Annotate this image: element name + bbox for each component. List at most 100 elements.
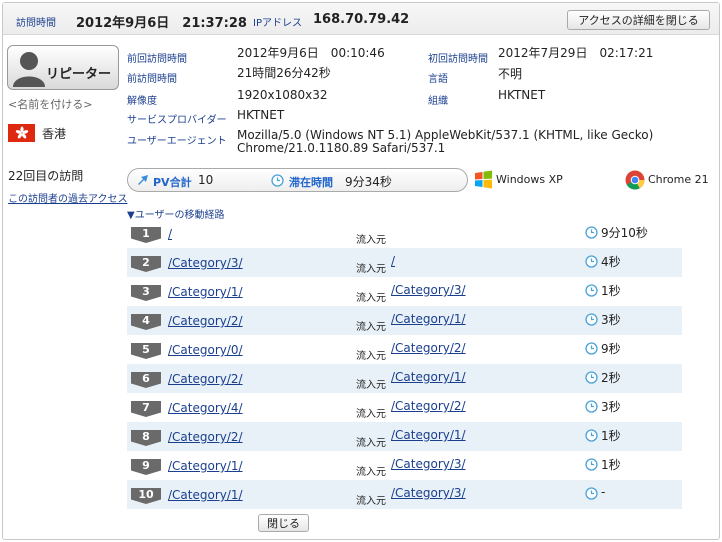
route-row: 8 /Category/2/ 流入元 /Category/1/ 1秒	[127, 422, 682, 451]
page-link[interactable]: /Category/1/	[168, 285, 243, 299]
stay-time-value: 9分34秒	[345, 175, 392, 189]
user-silhouette-icon	[13, 52, 45, 87]
step-number-badge: 5	[131, 343, 161, 359]
route-row: 7 /Category/4/ 流入元 /Category/2/ 3秒	[127, 393, 682, 422]
org-label: 組織	[428, 96, 448, 107]
referrer-link[interactable]: /Category/1/	[391, 428, 466, 442]
language-value: 不明	[498, 67, 523, 81]
stay-time-label: 滞在時間	[289, 176, 333, 189]
referrer-link[interactable]: /	[391, 254, 395, 268]
page-link[interactable]: /	[168, 227, 172, 241]
step-number-badge: 7	[131, 401, 161, 417]
duration-value: 1秒	[601, 429, 621, 443]
step-number-badge: 1	[131, 227, 161, 243]
clock-icon	[585, 255, 598, 268]
clock-icon	[271, 174, 284, 187]
route-row: 5 /Category/0/ 流入元 /Category/2/ 9秒	[127, 335, 682, 364]
visit-time-label: 訪問時間	[16, 18, 56, 29]
clock-icon	[585, 284, 598, 297]
referrer-label: 流入元	[356, 235, 386, 246]
page-link[interactable]: /Category/1/	[168, 488, 243, 502]
step-number-badge: 4	[131, 314, 161, 330]
duration-value: 9分10秒	[601, 226, 648, 240]
referrer-link[interactable]: /Category/3/	[391, 283, 466, 297]
referrer-link[interactable]: /Category/1/	[391, 312, 466, 326]
step-number-badge: 8	[131, 430, 161, 446]
page-link[interactable]: /Category/2/	[168, 314, 243, 328]
chrome-logo-icon	[625, 170, 645, 190]
clock-icon	[585, 313, 598, 326]
referrer-label: 流入元	[356, 351, 386, 362]
close-button[interactable]: 閉じる	[258, 514, 309, 532]
referrer-link[interactable]: /Category/1/	[391, 370, 466, 384]
referrer-link[interactable]: /Category/3/	[391, 486, 466, 500]
page-link[interactable]: /Category/3/	[168, 256, 243, 270]
prev-visit-label: 前回訪問時間	[127, 54, 187, 65]
close-detail-button[interactable]: アクセスの詳細を閉じる	[567, 10, 710, 30]
clock-icon	[585, 342, 598, 355]
referrer-label: 流入元	[356, 322, 386, 333]
ip-label: IPアドレス	[253, 18, 302, 29]
route-row: 10 /Category/1/ 流入元 /Category/3/ -	[127, 480, 682, 509]
org-value: HKTNET	[498, 88, 546, 102]
referrer-link[interactable]: /Category/2/	[391, 399, 466, 413]
duration-value: 1秒	[601, 284, 621, 298]
clock-icon	[585, 429, 598, 442]
duration-value: 3秒	[601, 400, 621, 414]
since-prev-label: 前訪問時間	[127, 74, 177, 85]
first-visit-value: 2012年7月29日 02:17:21	[498, 46, 654, 60]
page-link[interactable]: /Category/0/	[168, 343, 243, 357]
browser-name: Chrome 21	[648, 173, 709, 186]
clock-icon	[585, 371, 598, 384]
isp-label: サービスプロバイダー	[127, 115, 227, 126]
step-number-badge: 2	[131, 256, 161, 272]
user-agent-label: ユーザーエージェント	[127, 136, 227, 147]
referrer-label: 流入元	[356, 293, 386, 304]
windows-logo-icon	[475, 170, 492, 189]
country-name: 香港	[42, 127, 67, 141]
user-agent-line2: Chrome/21.0.1180.89 Safari/537.1	[237, 141, 446, 155]
clock-icon	[585, 487, 598, 500]
referrer-link[interactable]: /Category/3/	[391, 457, 466, 471]
repeater-badge-label: リピーター	[46, 67, 112, 82]
clock-icon	[585, 226, 598, 239]
name-visitor-link[interactable]: <名前を付ける>	[8, 96, 92, 112]
resolution-value: 1920x1080x32	[237, 88, 328, 102]
past-access-link[interactable]: この訪問者の過去アクセス	[8, 190, 128, 205]
route-row: 6 /Category/2/ 流入元 /Category/1/ 2秒	[127, 364, 682, 393]
referrer-label: 流入元	[356, 264, 386, 275]
step-number-badge: 10	[131, 488, 161, 504]
page-link[interactable]: /Category/2/	[168, 372, 243, 386]
route-row: 3 /Category/1/ 流入元 /Category/3/ 1秒	[127, 277, 682, 306]
step-number-badge: 6	[131, 372, 161, 388]
page-link[interactable]: /Category/2/	[168, 430, 243, 444]
referrer-label: 流入元	[356, 467, 386, 478]
clock-icon	[585, 458, 598, 471]
duration-value: 9秒	[601, 342, 621, 356]
duration-value: 3秒	[601, 313, 621, 327]
referrer-label: 流入元	[356, 438, 386, 449]
duration-value: 4秒	[601, 255, 621, 269]
clock-icon	[585, 400, 598, 413]
route-row: 9 /Category/1/ 流入元 /Category/3/ 1秒	[127, 451, 682, 480]
duration-value: 2秒	[601, 371, 621, 385]
page-link[interactable]: /Category/4/	[168, 401, 243, 415]
since-prev-value: 21時間26分42秒	[237, 66, 331, 80]
summary-box: PV合計 10 滞在時間 9分34秒	[127, 168, 468, 192]
referrer-label: 流入元	[356, 409, 386, 420]
resolution-label: 解像度	[127, 96, 157, 107]
page-link[interactable]: /Category/1/	[168, 459, 243, 473]
route-row: 2 /Category/3/ 流入元 / 4秒	[127, 248, 682, 277]
referrer-label: 流入元	[356, 380, 386, 391]
referrer-link[interactable]: /Category/2/	[391, 341, 466, 355]
pv-total-label: PV合計	[153, 176, 192, 189]
language-label: 言語	[428, 74, 448, 85]
os-name: Windows XP	[496, 173, 563, 186]
step-number-badge: 9	[131, 459, 161, 475]
arrow-cursor-icon	[138, 175, 148, 185]
route-list: 1 / 流入元 9分10秒 2 /Category/3/ 流入元 / 4秒 3 …	[127, 219, 682, 509]
first-visit-label: 初回訪問時間	[428, 54, 488, 65]
hong-kong-flag-icon	[8, 124, 35, 142]
route-row: 1 / 流入元 9分10秒	[127, 219, 682, 248]
isp-value: HKTNET	[237, 108, 285, 122]
